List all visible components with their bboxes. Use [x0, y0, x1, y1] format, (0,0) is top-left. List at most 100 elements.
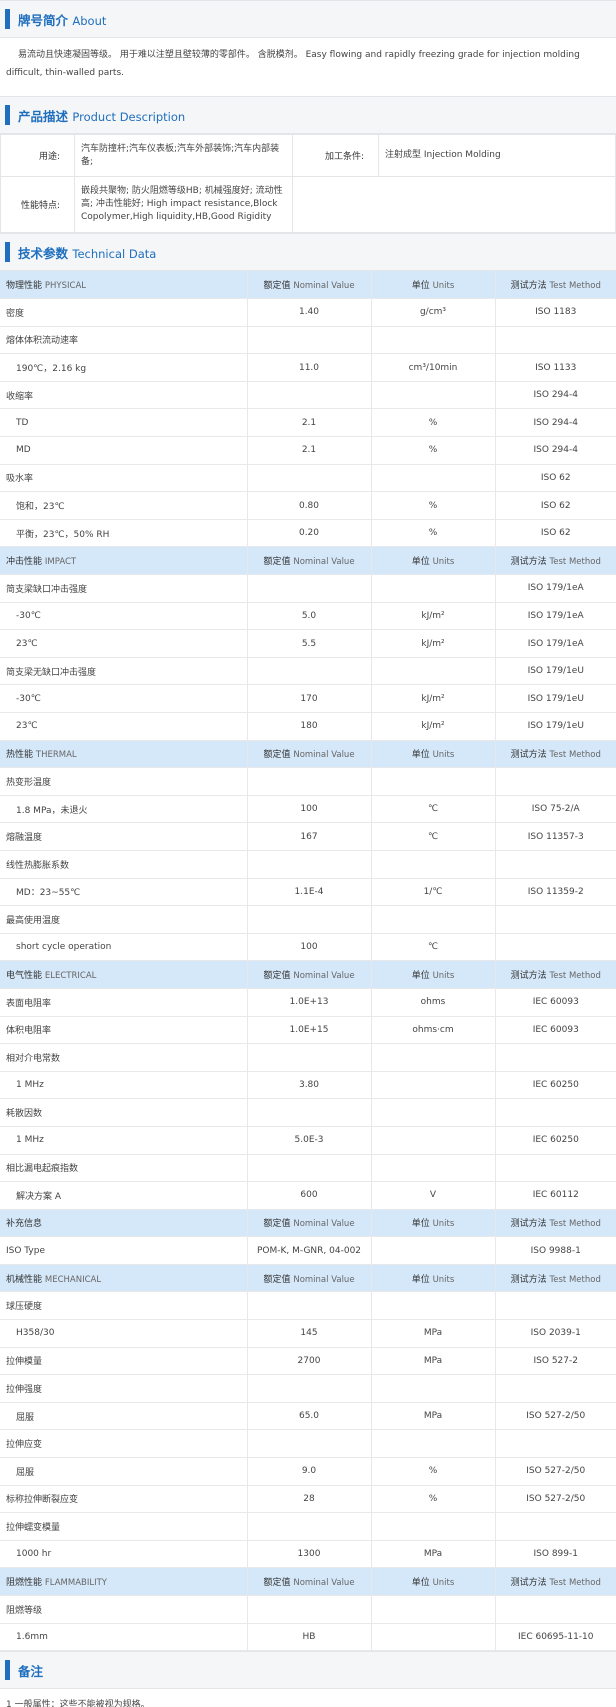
unit-header-cn: 单位 — [411, 1274, 430, 1285]
unit-value: % — [371, 408, 496, 438]
nominal-value: 11.0 — [247, 353, 372, 382]
category-name: 冲击性能 — [6, 557, 43, 568]
test-method: ISO 179/1eA — [495, 629, 616, 658]
property-row: 线性热膨胀系数 — [0, 850, 616, 879]
test-method — [495, 1043, 616, 1072]
method-header: 测试方法 Test Method — [495, 1209, 616, 1238]
property-name: 熔融温度 — [0, 822, 248, 851]
unit-value — [371, 381, 496, 410]
test-method[interactable]: ISO 62 — [495, 519, 616, 548]
method-header-en: Test Method — [549, 1274, 601, 1285]
property-condition-row: -30℃ 170 kJ/m² ISO 179/1eU — [0, 684, 616, 713]
property-name: 表面电阻率 — [0, 988, 248, 1017]
property-name: 相比漏电起痕指数 — [0, 1154, 248, 1183]
nominal-header-cn: 额定值 — [263, 1274, 291, 1285]
method-header-cn: 测试方法 — [510, 1219, 547, 1230]
method-header-en: Test Method — [549, 557, 601, 568]
nominal-value — [247, 326, 372, 355]
nominal-value — [247, 850, 372, 879]
test-method — [495, 1098, 616, 1127]
test-method[interactable]: ISO 1133 — [495, 353, 616, 382]
property-name: 收缩率 — [0, 381, 248, 410]
unit-header-cn: 单位 — [411, 750, 430, 761]
nominal-value: 167 — [247, 822, 372, 851]
method-header: 测试方法 Test Method — [495, 960, 616, 989]
property-row: 收缩率 ISO 294-4 — [0, 381, 616, 410]
test-method: IEC 60250 — [495, 1126, 616, 1155]
unit-header-en: Units — [432, 557, 455, 568]
property-name: 拉伸蠕变模量 — [0, 1512, 248, 1541]
nominal-header: 额定值 Nominal Value — [247, 271, 372, 300]
test-method: ISO 11359-2 — [495, 878, 616, 907]
method-header-en: Test Method — [549, 971, 601, 982]
property-condition-row: 1.6mm HB IEC 60695-11-10 — [0, 1623, 616, 1652]
test-method[interactable]: ISO 62 — [495, 464, 616, 493]
property-condition-row: 1.8 MPa，未退火 100 ℃ ISO 75-2/A — [0, 795, 616, 824]
test-method: ISO 294-4 — [495, 436, 616, 465]
nominal-value — [247, 1154, 372, 1183]
property-condition-row: TD 2.1% ISO 294-4 — [0, 408, 616, 438]
unit-value — [371, 1236, 496, 1265]
test-method[interactable]: ISO 62 — [495, 491, 616, 520]
method-header-cn: 测试方法 — [510, 971, 547, 982]
unit-value: % — [371, 436, 496, 465]
nominal-value — [247, 1595, 372, 1624]
unit-header: 单位 Units — [371, 740, 496, 769]
test-method: IEC 60695-11-10 — [495, 1623, 616, 1652]
unit-value — [371, 1512, 496, 1541]
unit-value: V — [371, 1181, 496, 1210]
test-method: ISO 527-2/50 — [495, 1457, 616, 1486]
property-row: 熔融温度 167 ℃ ISO 11357-3 — [0, 822, 616, 851]
property-name: 190℃，2.16 kg — [0, 353, 248, 382]
property-condition-row: 23℃ 5.5 kJ/m² ISO 179/1eA — [0, 629, 616, 658]
test-method[interactable]: ISO 11357-3 — [495, 822, 616, 851]
unit-header-cn: 单位 — [411, 557, 430, 568]
property-row: 耗散因数 — [0, 1098, 616, 1127]
test-method — [495, 850, 616, 879]
nominal-value: 1.1E-4 — [247, 878, 372, 907]
unit-value: 1/℃ — [371, 878, 496, 907]
property-name: 23℃ — [0, 629, 248, 658]
property-name: 拉伸应变 — [0, 1429, 248, 1459]
section-accent-bar — [5, 242, 10, 262]
test-method: IEC 60093 — [495, 1016, 616, 1045]
unit-value — [371, 1291, 496, 1321]
nominal-header-en: Nominal Value — [293, 971, 355, 982]
section-accent-bar — [5, 105, 10, 125]
test-method: ISO 179/1eU — [495, 657, 616, 686]
property-name: 屈服 — [0, 1402, 248, 1431]
unit-value — [371, 1374, 496, 1403]
method-header: 测试方法 Test Method — [495, 546, 616, 576]
nominal-value: 1.40 — [247, 298, 372, 327]
unit-value — [371, 1154, 496, 1183]
test-method — [495, 1429, 616, 1459]
unit-header-cn: 单位 — [411, 1578, 430, 1589]
about-title: 牌号简介 About — [18, 12, 107, 28]
method-header: 测试方法 Test Method — [495, 271, 616, 300]
use-value: 汽车防撞杆;汽车仪表板;汽车外部装饰;汽车内部装备; — [74, 134, 293, 177]
test-method — [495, 1291, 616, 1321]
test-method[interactable]: ISO 527-2 — [495, 1347, 616, 1376]
unit-value: ℃ — [371, 822, 496, 851]
description-title: 产品描述 Product Description — [18, 108, 186, 124]
unit-value: MPa — [371, 1319, 496, 1348]
test-method: ISO 179/1eA — [495, 602, 616, 631]
property-name: 球压硬度 — [0, 1291, 248, 1321]
test-method: ISO 527-2/50 — [495, 1402, 616, 1431]
unit-value: kJ/m² — [371, 629, 496, 658]
property-name: 标称拉伸断裂应变 — [0, 1485, 248, 1514]
property-row: 最高使用温度 — [0, 905, 616, 934]
property-condition-row: 23℃ 180 kJ/m² ISO 179/1eU — [0, 712, 616, 741]
nominal-header-cn: 额定值 — [263, 1578, 291, 1589]
property-name: 1 MHz — [0, 1126, 248, 1155]
property-name: 体积电阻率 — [0, 1016, 248, 1045]
test-method — [495, 933, 616, 962]
property-name: 简支梁无缺口冲击强度 — [0, 657, 248, 686]
unit-header-en: Units — [432, 1578, 455, 1589]
nominal-value: 180 — [247, 712, 372, 741]
property-name: 屈服 — [0, 1457, 248, 1486]
datasheet-page: { "about": { "title_cn": "牌号简介", "title_… — [0, 0, 616, 1707]
property-condition-row: 1000 hr 1300 MPa ISO 899-1 — [0, 1540, 616, 1569]
property-condition-row: short cycle operation 100 ℃ — [0, 933, 616, 962]
property-name: 线性热膨胀系数 — [0, 850, 248, 879]
